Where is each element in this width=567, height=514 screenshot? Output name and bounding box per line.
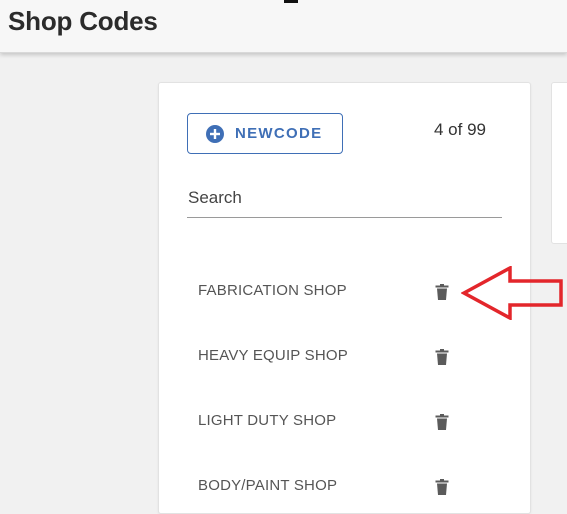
list-item[interactable]: HEAVY EQUIP SHOP bbox=[159, 337, 519, 377]
list-item-label: BODY/PAINT SHOP bbox=[198, 477, 338, 494]
list-item[interactable]: LIGHT DUTY SHOP bbox=[159, 402, 519, 442]
list-item-label: LIGHT DUTY SHOP bbox=[198, 412, 337, 429]
app-header: Shop Codes bbox=[0, 0, 567, 53]
arrow-left-icon bbox=[461, 266, 563, 320]
list-item-label: HEAVY EQUIP SHOP bbox=[198, 347, 348, 364]
trash-icon[interactable] bbox=[435, 479, 449, 495]
new-code-label: NEWCODE bbox=[235, 125, 323, 142]
list-item[interactable]: BODY/PAINT SHOP bbox=[159, 467, 519, 507]
trash-icon[interactable] bbox=[435, 349, 449, 365]
search-underline bbox=[187, 217, 502, 218]
search-input[interactable]: Search bbox=[188, 188, 242, 208]
page-title: Shop Codes bbox=[8, 6, 158, 36]
record-count: 4 of 99 bbox=[434, 120, 486, 139]
top-marker bbox=[284, 0, 298, 3]
detail-panel bbox=[551, 82, 567, 244]
trash-icon[interactable] bbox=[435, 414, 449, 430]
trash-icon[interactable] bbox=[435, 284, 449, 300]
plus-circle-icon bbox=[206, 124, 224, 143]
list-item-label: FABRICATION SHOP bbox=[198, 282, 347, 299]
new-code-button[interactable]: NEWCODE bbox=[187, 113, 343, 154]
